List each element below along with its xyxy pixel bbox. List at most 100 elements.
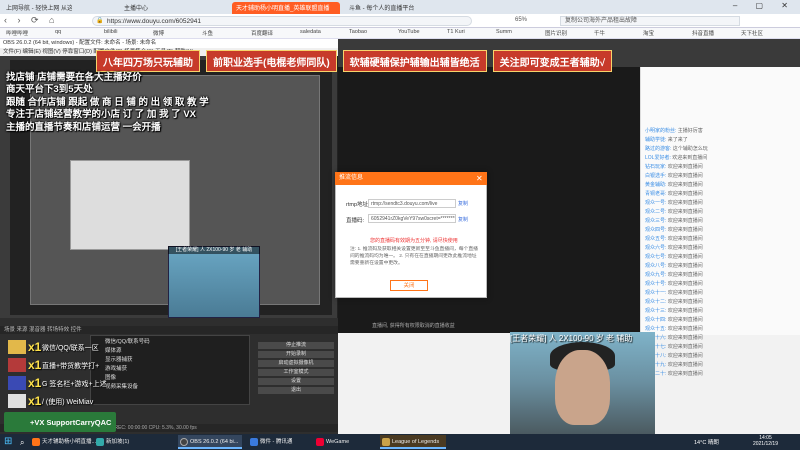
window-controls[interactable]: – ▢ ✕ (733, 1, 796, 10)
chat-message: 观众十一: 欢迎来到直播间 (645, 289, 795, 297)
bookmark-link[interactable]: 淘宝 (643, 29, 654, 37)
rtmp-field[interactable]: rtmp://sendtc3.douyu.com/live (368, 199, 456, 208)
chat-username[interactable]: 钻石玩家: (645, 164, 668, 170)
overlay-line: 专注于店铺经营教学的小店 订 了 加 我 了 VX (6, 109, 197, 121)
chat-username[interactable]: 黄金辅助: (645, 182, 668, 188)
chat-username[interactable]: 观众八号: (645, 263, 668, 269)
chat-username[interactable]: 观众五号: (645, 236, 668, 242)
nav-buttons[interactable]: ‹ › ⟳ ⌂ (4, 15, 58, 26)
copy-rtmp-button[interactable]: 复制 (458, 200, 468, 207)
source-item[interactable]: 微信/QQ/联系号码 (93, 338, 249, 346)
chat-text: 欢迎来到直播间 (667, 272, 703, 278)
bookmark-link[interactable]: 图片识别 (545, 29, 567, 37)
chat-username[interactable]: 观众一号: (645, 200, 668, 206)
app-icon (96, 438, 104, 446)
bookmark-link[interactable]: qq (55, 29, 61, 35)
chat-username[interactable]: 观众三号: (645, 218, 668, 224)
bookmark-link[interactable]: YouTube (398, 29, 420, 35)
source-item[interactable]: 视频采集设备 (93, 383, 249, 391)
bookmark-link[interactable]: Taobao (349, 29, 367, 35)
chat-message: 观众一号: 欢迎来到直播间 (645, 199, 795, 207)
bookmark-link[interactable]: 斗鱼 (202, 29, 213, 37)
bookmark-link[interactable]: 微博 (153, 29, 164, 37)
obs-sources-list: 微信/QQ/联系号码 媒体源 显示器捕获 游戏捕获 图像 视频采集设备 (90, 335, 250, 405)
lol-icon (382, 438, 390, 446)
caption-multiplier: x1 (28, 394, 42, 408)
browser-tab[interactable]: 斗鱼 - 每个人的直播平台 (345, 2, 425, 14)
bookmark-link[interactable]: 哔哩哔哩 (6, 29, 28, 37)
chat-username[interactable]: 观众四号: (645, 227, 668, 233)
url-text: https://www.douyu.com/6052941 (107, 18, 201, 25)
chat-username[interactable]: 观众十四: (645, 317, 668, 323)
settings-button[interactable]: 设置 (258, 378, 334, 385)
chat-text: 欢迎来到直播间 (667, 362, 703, 368)
zoom-level[interactable]: 65% (515, 17, 527, 23)
chat-message: 观众九号: 欢迎来到直播间 (645, 271, 795, 279)
stop-streaming-button[interactable]: 停止推流 (258, 342, 334, 349)
chat-username[interactable]: 小明家的粉丝: (645, 128, 678, 134)
bookmark-link[interactable]: 天下社区 (741, 29, 763, 37)
close-icon[interactable]: ✕ (476, 172, 483, 185)
chat-username[interactable]: 白银选手: (645, 173, 668, 179)
studio-mode-button[interactable]: 工作室模式 (258, 369, 334, 376)
player-under-text: 直播间, 获得所有权限取消的直播收益 (372, 323, 455, 329)
caption-row: x1 G 签名栏+游戏+上述 (8, 376, 108, 390)
windows-start-icon[interactable]: ⊞ (4, 437, 14, 447)
chat-username[interactable]: 观众六号: (645, 245, 668, 251)
bookmark-link[interactable]: 百度翻译 (251, 29, 273, 37)
chat-username[interactable]: 观众九号: (645, 272, 668, 278)
source-item[interactable]: 游戏捕获 (93, 365, 249, 373)
caption-name: / (使用) WeiMiav (42, 399, 94, 406)
source-item[interactable]: 图像 (93, 374, 249, 382)
source-item[interactable]: 媒体源 (93, 347, 249, 355)
taskbar-item[interactable]: 微件 - 腾讯通 (248, 435, 308, 449)
key-field[interactable]: 6052941rZ0kgVeY97sw0scret=********** (368, 214, 456, 223)
taskbar-item-label: 微件 - 腾讯通 (260, 439, 293, 445)
browser-tab[interactable]: 上网导航 - 轻快上网 从这里开始 (2, 2, 72, 14)
chat-username[interactable]: 观众十三: (645, 308, 668, 314)
taskbar-item[interactable]: WeGame (314, 435, 374, 449)
taskbar-item[interactable]: League of Legends (380, 435, 446, 449)
webcam-face (555, 350, 610, 425)
chat-username[interactable]: 青铜老哥: (645, 191, 668, 197)
chat-username[interactable]: 观众七号: (645, 254, 668, 260)
chat-username[interactable]: 观众二号: (645, 209, 668, 215)
chat-username[interactable]: LOL爱好者: (645, 155, 672, 161)
taskbar-search-icon[interactable]: ⌕ (20, 438, 24, 448)
bookmark-link[interactable]: bilibili (104, 29, 117, 35)
chat-username[interactable]: 观众十号: (645, 281, 668, 287)
chat-text: 欢迎来到直播间 (667, 353, 703, 359)
copy-key-button[interactable]: 复制 (458, 216, 468, 223)
chat-message: 观众十九: 欢迎来到直播间 (645, 361, 795, 369)
bookmark-link[interactable]: 千牛 (594, 29, 605, 37)
chat-message: 小明家的粉丝: 主播好厉害 (645, 127, 795, 135)
address-bar[interactable]: 🔒 https://www.douyu.com/6052941 (92, 16, 472, 26)
browser-tab[interactable]: 主播中心 (120, 2, 190, 14)
bookmark-link[interactable]: Summ (496, 29, 512, 35)
taskbar-item[interactable]: 天才辅助杨小明直播... (30, 435, 96, 449)
chat-username[interactable]: 观众十一: (645, 290, 668, 296)
system-clock[interactable]: 14:05 2021/12/19 (753, 435, 778, 447)
virtual-camera-button[interactable]: 启动虚拟摄像机 (258, 360, 334, 367)
chat-username[interactable]: 观众十二: (645, 299, 668, 305)
chat-username[interactable]: 辅助学徒: (645, 137, 668, 143)
taskbar-item[interactable]: OBS 26.0.2 (64 bi... (178, 435, 242, 449)
bookmark-link[interactable]: 抖音直播 (692, 29, 714, 37)
chat-text: 欢迎来到直播间 (667, 245, 703, 251)
overlay-line: 商天平台下3到5天处 (6, 84, 93, 96)
banner-item: 八年四万场只玩辅助 (96, 50, 200, 72)
bookmark-link[interactable]: T1 Kuri (447, 29, 465, 35)
weather-widget[interactable]: 14°C 晴朗 (694, 438, 719, 446)
dialog-close-button[interactable]: 关闭 (390, 280, 428, 291)
source-item[interactable]: 显示器捕获 (93, 356, 249, 364)
browser-tab-active[interactable]: 天才辅助杨小明直播_英雄联盟直播 (232, 2, 340, 14)
chat-text: 欢迎来到直播间 (667, 317, 703, 323)
bookmark-link[interactable]: saledata (300, 29, 321, 35)
chat-username[interactable]: 路过的游客: (645, 146, 673, 152)
search-input[interactable]: 复制公司海外产品租出故障 (560, 16, 740, 26)
rtmp-label: rtmp地址: (346, 202, 370, 208)
start-recording-button[interactable]: 开始录制 (258, 351, 334, 358)
exit-button[interactable]: 退出 (258, 387, 334, 394)
taskbar-item[interactable]: 新加坡(1) (94, 435, 154, 449)
chat-text: 欢迎来到直播间 (667, 371, 703, 377)
